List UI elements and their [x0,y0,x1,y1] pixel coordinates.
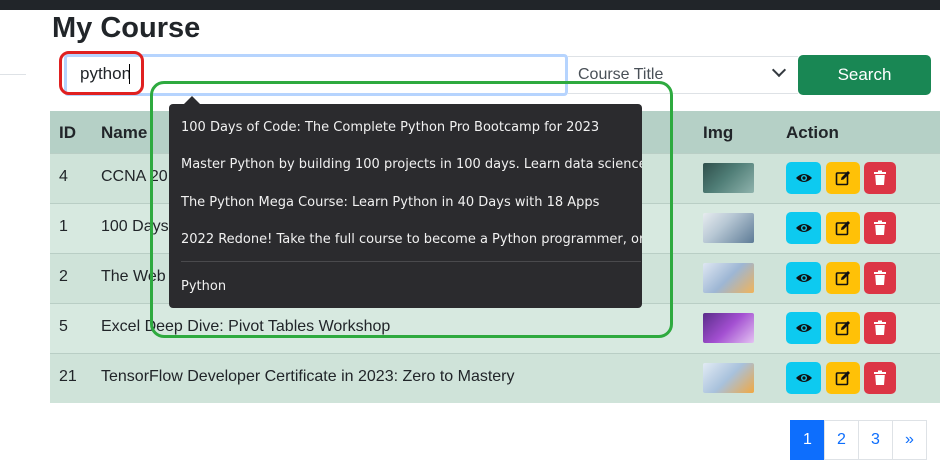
table-row: 21 TensorFlow Developer Certificate in 2… [50,353,940,403]
edit-button[interactable] [826,362,860,394]
delete-button[interactable] [864,212,896,244]
course-thumbnail [703,363,754,393]
trash-icon [874,170,886,185]
row-name: TensorFlow Developer Certificate in 2023… [101,368,515,385]
edit-button[interactable] [826,312,860,344]
chevron-down-icon [771,62,787,78]
delete-button[interactable] [864,362,896,394]
row-id: 2 [59,268,68,285]
trash-icon [874,370,886,385]
column-header-img: Img [703,123,734,142]
column-header-action: Action [786,123,839,142]
pencil-square-icon [835,321,850,336]
course-thumbnail [703,263,754,293]
next-page-link[interactable]: » [892,420,927,460]
eye-icon [795,174,812,182]
column-header-id: ID [59,123,76,142]
view-button[interactable] [786,262,821,294]
view-button[interactable] [786,162,821,194]
divider [0,74,26,75]
eye-icon [795,274,812,282]
page-title: My Course [52,12,201,44]
view-button[interactable] [786,212,821,244]
view-button[interactable] [786,312,821,344]
delete-button[interactable] [864,162,896,194]
trash-icon [874,220,886,235]
pencil-square-icon [835,371,850,386]
course-thumbnail [703,313,754,343]
trash-icon [874,320,886,335]
row-id: 1 [59,218,68,235]
search-button[interactable]: Search [798,55,931,95]
trash-icon [874,270,886,285]
edit-button[interactable] [826,212,860,244]
eye-icon [795,224,812,232]
annotation-green-outline [150,81,673,338]
column-header-name: Name [101,123,148,142]
page-1-link[interactable]: 1 [790,420,825,460]
pencil-square-icon [835,271,850,286]
row-id: 5 [59,318,68,335]
page-2-link[interactable]: 2 [824,420,859,460]
course-thumbnail [703,213,754,243]
row-id: 4 [59,168,68,185]
course-thumbnail [703,163,754,193]
edit-button[interactable] [826,162,860,194]
pencil-square-icon [835,221,850,236]
page-3-link[interactable]: 3 [858,420,893,460]
annotation-red-outline [59,51,144,95]
delete-button[interactable] [864,312,896,344]
eye-icon [795,374,812,382]
view-button[interactable] [786,362,821,394]
pencil-square-icon [835,171,850,186]
row-id: 21 [59,368,77,385]
eye-icon [795,324,812,332]
edit-button[interactable] [826,262,860,294]
delete-button[interactable] [864,262,896,294]
top-bar [0,0,940,10]
pagination: 1 2 3 » [790,420,927,460]
